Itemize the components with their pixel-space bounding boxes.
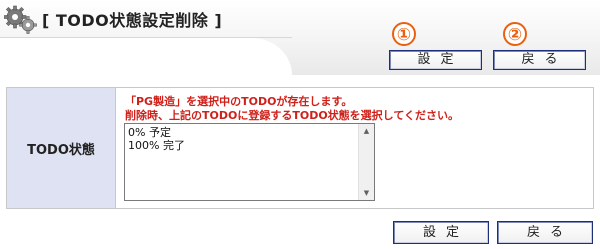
scroll-down-icon[interactable]: ▼ xyxy=(359,186,374,200)
set-button-bottom[interactable]: 設定 xyxy=(393,221,489,244)
set-button-top[interactable]: 設定 xyxy=(389,50,482,70)
todo-status-label: TODO状態 xyxy=(27,142,95,158)
todo-status-listbox[interactable]: 0% 予定 100% 完了 ▲ ▼ xyxy=(124,123,375,201)
list-option[interactable]: 100% 完了 xyxy=(125,139,185,152)
list-option[interactable]: 0% 予定 xyxy=(125,126,185,139)
back-button-bottom[interactable]: 戻る xyxy=(497,221,593,244)
warning-line-2: 削除時、上記のTODOに登録するTODO状態を選択してください。 xyxy=(125,109,460,122)
warning-line-1: 「PG製造」を選択中のTODOが存在します。 xyxy=(125,95,353,108)
title-bar: [ TODO状態設定削除 ] xyxy=(4,4,222,34)
header-divider xyxy=(0,37,292,38)
scroll-up-icon[interactable]: ▲ xyxy=(359,124,374,138)
page-title: [ TODO状態設定削除 ] xyxy=(42,11,223,30)
form-table: TODO状態 「PG製造」を選択中のTODOが存在します。 削除時、上記のTOD… xyxy=(6,87,594,209)
back-button-top[interactable]: 戻る xyxy=(493,50,586,70)
listbox-scrollbar[interactable]: ▲ ▼ xyxy=(358,124,374,200)
header-curve xyxy=(0,38,292,75)
gears-icon xyxy=(4,5,37,34)
marker-2: ② xyxy=(503,22,527,46)
warning-message: 「PG製造」を選択中のTODOが存在します。 削除時、上記のTODOに登録するT… xyxy=(125,95,459,123)
marker-1: ① xyxy=(392,22,416,46)
todo-status-label-cell: TODO状態 xyxy=(7,88,116,208)
